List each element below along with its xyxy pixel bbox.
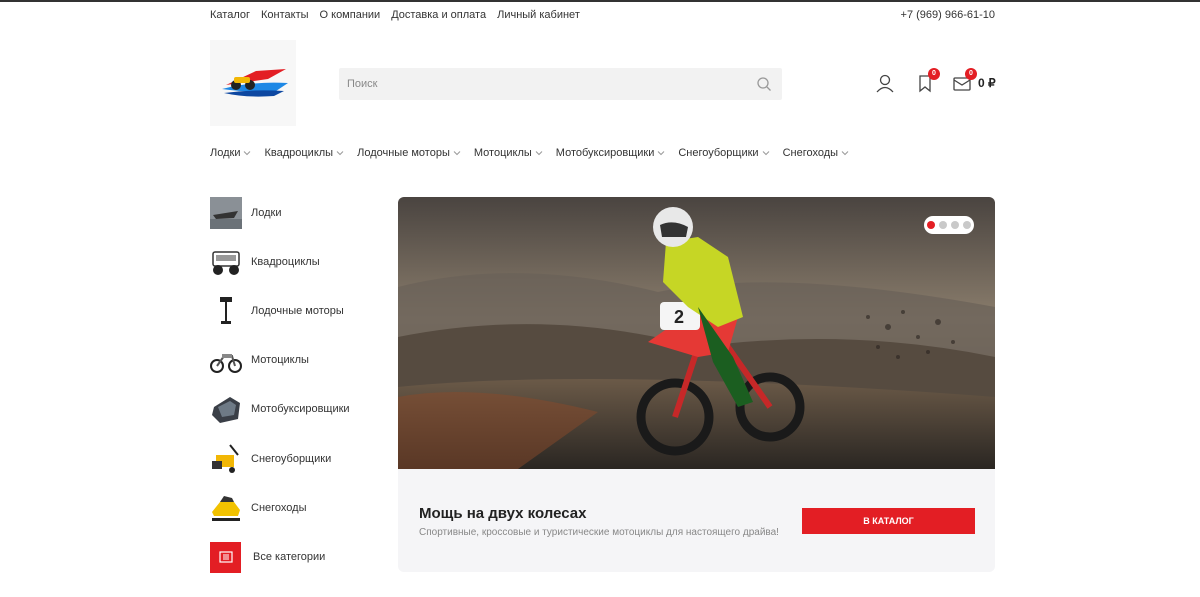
sidebar-item-label: Лодки bbox=[251, 207, 282, 219]
slider-dot[interactable] bbox=[951, 221, 959, 229]
category-nav-label: Лодки bbox=[210, 147, 241, 159]
top-border bbox=[0, 0, 1200, 2]
chevron-down-icon bbox=[336, 151, 344, 156]
cart-count-badge: 0 bbox=[965, 68, 977, 80]
cart-button[interactable]: 0 bbox=[951, 68, 977, 94]
slider-dot[interactable] bbox=[939, 221, 947, 229]
sidebar-item-motor-tugs[interactable]: Мотобуксировщики bbox=[210, 393, 350, 425]
category-nav: Лодки Квадроциклы Лодочные моторы Мотоци… bbox=[210, 147, 862, 159]
wishlist-count-badge: 0 bbox=[928, 68, 940, 80]
snowmobile-icon bbox=[210, 492, 242, 524]
sidebar-item-label: Мотоциклы bbox=[251, 354, 309, 366]
sidebar-item-label: Снегоходы bbox=[251, 502, 307, 514]
wishlist-button[interactable]: 0 bbox=[914, 68, 940, 94]
category-nav-motorcycles[interactable]: Мотоциклы bbox=[474, 147, 543, 159]
hero-slide-image[interactable]: 2 bbox=[398, 197, 995, 469]
logo-icon bbox=[222, 69, 288, 97]
account-button[interactable] bbox=[874, 72, 896, 94]
atv-icon bbox=[210, 246, 242, 278]
sidebar-item-label: Лодочные моторы bbox=[251, 305, 344, 317]
promo-title: Мощь на двух колесах bbox=[419, 505, 587, 522]
outboard-motor-icon bbox=[210, 295, 242, 327]
category-nav-label: Мотобуксировщики bbox=[555, 147, 655, 159]
category-nav-label: Квадроциклы bbox=[264, 147, 334, 159]
motocross-rider-image: 2 bbox=[398, 197, 995, 469]
svg-text:2: 2 bbox=[674, 307, 684, 327]
category-nav-motor-tugs[interactable]: Мотобуксировщики bbox=[556, 147, 666, 159]
search-bar bbox=[339, 68, 782, 100]
all-categories-label: Все категории bbox=[253, 551, 326, 563]
promo-panel: Мощь на двух колесах Спортивные, кроссов… bbox=[398, 469, 995, 572]
chevron-down-icon bbox=[762, 151, 769, 156]
category-nav-outboard-motors[interactable]: Лодочные моторы bbox=[357, 147, 461, 159]
category-nav-boats[interactable]: Лодки bbox=[210, 147, 251, 159]
chevron-down-icon bbox=[841, 151, 849, 156]
motor-tug-icon bbox=[210, 393, 242, 425]
category-nav-snowmobiles[interactable]: Снегоходы bbox=[783, 147, 849, 159]
motorcycle-icon bbox=[210, 344, 242, 376]
phone-number[interactable]: +7 (969) 966-61-10 bbox=[901, 9, 995, 21]
category-nav-atv[interactable]: Квадроциклы bbox=[264, 147, 344, 159]
chevron-down-icon bbox=[658, 151, 665, 156]
catalog-button[interactable]: В КАТАЛОГ bbox=[802, 508, 975, 534]
chevron-down-icon bbox=[244, 151, 251, 156]
user-icon bbox=[876, 74, 894, 93]
sidebar-item-label: Снегоуборщики bbox=[251, 453, 332, 465]
top-nav-account[interactable]: Личный кабинет bbox=[497, 9, 580, 21]
sidebar-item-label: Мотобуксировщики bbox=[251, 403, 350, 415]
search-icon[interactable] bbox=[756, 76, 772, 92]
all-categories-button[interactable]: Все категории bbox=[210, 541, 325, 573]
sidebar-item-label: Квадроциклы bbox=[251, 256, 320, 268]
category-nav-label: Снегоходы bbox=[782, 147, 839, 159]
chevron-down-icon bbox=[453, 151, 461, 156]
sidebar-item-motorcycles[interactable]: Мотоциклы bbox=[210, 344, 309, 376]
top-nav-about[interactable]: О компании bbox=[320, 9, 381, 21]
slider-dot[interactable] bbox=[927, 221, 935, 229]
slider-dot[interactable] bbox=[963, 221, 971, 229]
slider-dots bbox=[924, 216, 974, 234]
top-nav-delivery[interactable]: Доставка и оплата bbox=[391, 9, 486, 21]
category-nav-label: Снегоуборщики bbox=[678, 147, 759, 159]
chevron-down-icon bbox=[535, 151, 543, 156]
sidebar-item-snowmobiles[interactable]: Снегоходы bbox=[210, 492, 306, 524]
top-nav: Каталог Контакты О компании Доставка и о… bbox=[210, 9, 580, 21]
boat-icon bbox=[210, 197, 242, 229]
sidebar-item-snowblowers[interactable]: Снегоуборщики bbox=[210, 443, 331, 475]
snowblower-icon bbox=[210, 443, 242, 475]
top-nav-catalog[interactable]: Каталог bbox=[210, 9, 250, 21]
list-icon bbox=[210, 541, 241, 573]
sidebar-item-atv[interactable]: Квадроциклы bbox=[210, 246, 320, 278]
site-logo[interactable] bbox=[210, 40, 296, 126]
promo-subtitle: Спортивные, кроссовые и туристические мо… bbox=[419, 527, 779, 538]
category-nav-label: Мотоциклы bbox=[473, 147, 532, 159]
sidebar-item-boats[interactable]: Лодки bbox=[210, 197, 281, 229]
cart-total[interactable]: 0 ₽ bbox=[978, 76, 996, 90]
category-nav-snowblowers[interactable]: Снегоуборщики bbox=[678, 147, 769, 159]
category-nav-label: Лодочные моторы bbox=[357, 147, 450, 159]
sidebar-item-outboard-motors[interactable]: Лодочные моторы bbox=[210, 295, 344, 327]
top-nav-contacts[interactable]: Контакты bbox=[261, 9, 309, 21]
search-input[interactable] bbox=[339, 68, 739, 100]
